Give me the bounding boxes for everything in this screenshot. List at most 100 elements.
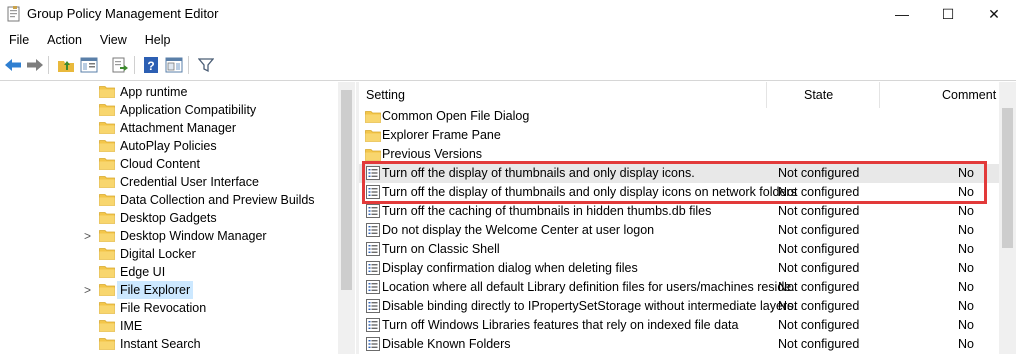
folder-icon (99, 193, 115, 206)
toolbar-separator (188, 56, 189, 74)
policy-setting-icon (366, 299, 380, 313)
expand-chevron-icon[interactable]: > (84, 283, 91, 297)
toolbar: ? (0, 52, 1016, 78)
folder-icon (365, 110, 381, 123)
tree-item[interactable]: Credential User Interface (0, 173, 340, 191)
folder-icon (99, 247, 115, 260)
tree-item[interactable]: Data Collection and Preview Builds (0, 191, 340, 209)
tree-item[interactable]: Edge UI (0, 263, 340, 281)
policy-row[interactable]: Disable binding directly to IPropertySet… (359, 297, 999, 316)
tree-item[interactable]: > File Explorer (0, 281, 340, 299)
setting-state: Not configured (778, 204, 860, 218)
toolbar-divider (0, 80, 1016, 81)
column-separator[interactable] (879, 82, 880, 108)
tree-item-label: Attachment Manager (120, 121, 237, 135)
tree-item-label: AutoPlay Policies (120, 139, 217, 153)
setting-comment: No (958, 299, 974, 313)
policy-row[interactable]: Disable Known Folders Not configured No (359, 335, 999, 354)
folder-icon (365, 129, 381, 142)
folder-icon (99, 301, 115, 314)
tree-item-label: Edge UI (120, 265, 166, 279)
setting-name: Turn off the caching of thumbnails in hi… (382, 204, 712, 218)
policy-row[interactable]: Turn off the caching of thumbnails in hi… (359, 202, 999, 221)
folder-icon (99, 139, 115, 152)
list-folder-row[interactable]: Common Open File Dialog (359, 107, 999, 126)
policy-row[interactable]: Do not display the Welcome Center at use… (359, 221, 999, 240)
column-separator[interactable] (766, 82, 767, 108)
setting-name: Do not display the Welcome Center at use… (382, 223, 655, 237)
tree-item[interactable]: IME (0, 317, 340, 335)
tree-item[interactable]: Digital Locker (0, 245, 340, 263)
show-hide-tree-icon[interactable] (79, 55, 99, 75)
folder-icon (99, 121, 115, 134)
setting-name: Turn on Classic Shell (382, 242, 500, 256)
setting-name: Display confirmation dialog when deletin… (382, 261, 638, 275)
tree-item-label: IME (120, 319, 143, 333)
back-arrow-icon[interactable] (3, 55, 23, 75)
up-folder-icon[interactable] (56, 55, 76, 75)
setting-comment: No (958, 318, 974, 332)
tree-item[interactable]: Attachment Manager (0, 119, 340, 137)
export-list-icon[interactable] (110, 55, 130, 75)
folder-icon (99, 103, 115, 116)
tree-item-label: File Explorer (117, 281, 194, 299)
folder-icon (99, 283, 115, 296)
svg-text:?: ? (147, 59, 154, 73)
console-tree[interactable]: App runtime Application Compatibility Atta… (0, 82, 355, 354)
folder-icon (99, 319, 115, 332)
policy-setting-icon (366, 261, 380, 275)
setting-name: Disable Known Folders (382, 337, 511, 351)
help-icon[interactable]: ? (141, 55, 161, 75)
setting-comment: No (958, 204, 974, 218)
menu-view[interactable]: View (91, 30, 136, 52)
policy-row[interactable]: Location where all default Library defin… (359, 278, 999, 297)
policy-setting-icon (366, 242, 380, 256)
menu-file[interactable]: File (0, 30, 38, 52)
tree-item[interactable]: > Desktop Window Manager (0, 227, 340, 245)
policy-setting-icon (366, 204, 380, 218)
folder-icon (99, 157, 115, 170)
tree-item[interactable]: Instant Search (0, 335, 340, 353)
setting-comment: No (958, 337, 974, 351)
maximize-button[interactable]: ☐ (925, 0, 971, 28)
gpme-window: Group Policy Management Editor — ☐ ✕ Fil… (0, 0, 1016, 354)
minimize-button[interactable]: — (879, 0, 925, 28)
column-header-state[interactable]: State (804, 82, 833, 108)
forward-arrow-icon[interactable] (25, 55, 45, 75)
tree-item-label: Desktop Gadgets (120, 211, 217, 225)
annotation-highlight-box (362, 161, 987, 204)
settings-list: Setting State Comment Common Open File D… (359, 82, 999, 354)
filter-icon[interactable] (196, 55, 216, 75)
expand-chevron-icon[interactable]: > (84, 229, 91, 243)
policy-row[interactable]: Turn off Windows Libraries features that… (359, 316, 999, 335)
policy-setting-icon (366, 337, 380, 351)
setting-comment: No (958, 223, 974, 237)
folder-icon (99, 229, 115, 242)
setting-name: Turn off Windows Libraries features that… (382, 318, 739, 332)
close-button[interactable]: ✕ (971, 0, 1016, 28)
tree-item-label: Instant Search (120, 337, 201, 351)
policy-row[interactable]: Display confirmation dialog when deletin… (359, 259, 999, 278)
title-bar: Group Policy Management Editor — ☐ ✕ (0, 0, 1016, 28)
tree-item[interactable]: File Revocation (0, 299, 340, 317)
tree-item[interactable]: AutoPlay Policies (0, 137, 340, 155)
column-header-setting[interactable]: Setting (366, 82, 405, 108)
tree-item[interactable]: App runtime (0, 83, 340, 101)
policy-row[interactable]: Turn on Classic Shell Not configured No (359, 240, 999, 259)
folder-icon (99, 85, 115, 98)
properties-pane-icon[interactable] (164, 55, 184, 75)
gpme-app-icon (7, 6, 20, 22)
menu-help[interactable]: Help (136, 30, 180, 52)
tree-item[interactable]: Cloud Content (0, 155, 340, 173)
tree-item-label: File Revocation (120, 301, 207, 315)
tree-item[interactable]: Desktop Gadgets (0, 209, 340, 227)
folder-icon (99, 175, 115, 188)
column-header-comment[interactable]: Comment (942, 82, 996, 108)
tree-scrollbar-thumb[interactable] (341, 90, 352, 290)
list-folder-row[interactable]: Explorer Frame Pane (359, 126, 999, 145)
tree-item[interactable]: Application Compatibility (0, 101, 340, 119)
menu-action[interactable]: Action (38, 30, 91, 52)
list-scrollbar-thumb[interactable] (1002, 108, 1013, 248)
setting-name: Location where all default Library defin… (382, 280, 795, 294)
setting-comment: No (958, 280, 974, 294)
